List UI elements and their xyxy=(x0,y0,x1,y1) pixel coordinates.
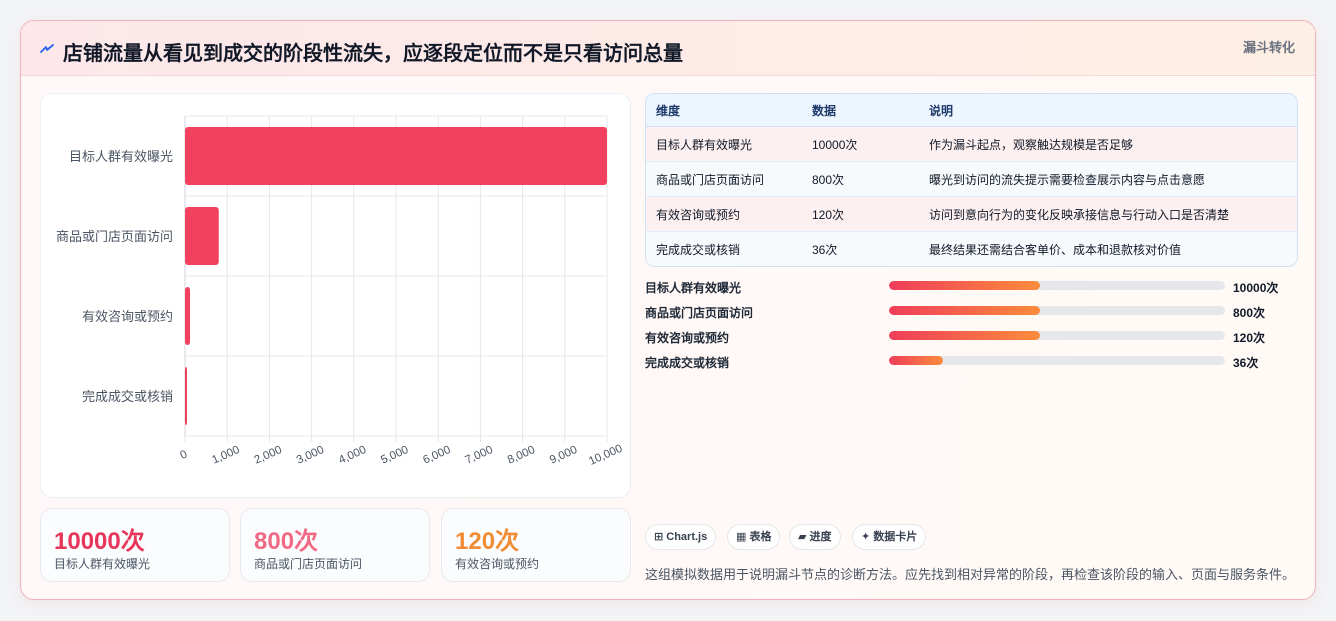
kpi-label: 商品或门店页面访问 xyxy=(254,557,363,571)
kpi-card-inquiries: 120次 有效咨询或预约 xyxy=(441,508,631,582)
kpi-value: 800次 xyxy=(254,528,319,555)
table-header-row: 维度 数据 说明 xyxy=(646,94,1297,127)
progress-fill xyxy=(889,356,943,365)
kpi-label: 目标人群有效曝光 xyxy=(54,557,151,571)
kpi-card-exposure: 10000次 目标人群有效曝光 xyxy=(40,508,230,582)
x-tick-label: 7,000 xyxy=(464,444,495,467)
bar xyxy=(185,287,191,345)
lightning-icon xyxy=(40,44,54,53)
x-tick-label: 8,000 xyxy=(506,444,537,467)
progress-value: 800次 xyxy=(1233,306,1266,320)
column-header: 数据 xyxy=(802,94,919,127)
column-header: 说明 xyxy=(919,94,1297,127)
table-cell: 作为漏斗起点，观察触达规模是否足够 xyxy=(919,126,1297,162)
kpi-label: 有效咨询或预约 xyxy=(455,557,540,571)
table-cell: 商品或门店页面访问 xyxy=(646,161,802,197)
table-cell: 目标人群有效曝光 xyxy=(646,126,802,162)
y-tick-label: 目标人群有效曝光 xyxy=(69,149,173,164)
progress-label: 商品或门店页面访问 xyxy=(645,306,754,320)
progress-fill xyxy=(889,331,1041,340)
progress-row: 有效咨询或预约 120次 xyxy=(645,327,1305,352)
x-tick-label: 5,000 xyxy=(379,444,410,467)
x-tick-label: 2,000 xyxy=(253,444,284,467)
progress-value: 120次 xyxy=(1233,331,1266,345)
progress-track xyxy=(889,331,1225,340)
y-tick-label: 有效咨询或预约 xyxy=(82,309,173,324)
x-tick-label: 0 xyxy=(178,448,189,462)
kpi-value: 120次 xyxy=(455,528,520,555)
x-tick-label: 10,000 xyxy=(587,443,624,468)
card-header: 店铺流量从看见到成交的阶段性流失，应逐段定位而不是只看访问总量 漏斗转化 xyxy=(21,21,1315,76)
x-tick-label: 9,000 xyxy=(548,444,579,467)
category-tag: 漏斗转化 xyxy=(1242,40,1295,55)
bar xyxy=(185,207,219,265)
progress-row: 完成成交或核销 36次 xyxy=(645,352,1305,377)
progress-row: 目标人群有效曝光 10000次 xyxy=(645,277,1305,302)
progress-fill xyxy=(889,306,1041,315)
progress-row: 商品或门店页面访问 800次 xyxy=(645,302,1305,327)
funnel-bar-chart: 目标人群有效曝光商品或门店页面访问有效咨询或预约完成成交或核销 0 1,000 2,0… xyxy=(56,115,624,468)
progress-fill xyxy=(889,281,1041,290)
table-cell: 120次 xyxy=(802,196,919,232)
chip-table[interactable]: ▦ 表格 xyxy=(727,524,781,550)
table-row: 有效咨询或预约 120次 访问到意向行为的变化反映承接信息与行动入口是否清楚 xyxy=(646,196,1297,232)
table-cell: 800次 xyxy=(802,161,919,197)
table-cell: 完成成交或核销 xyxy=(646,231,802,266)
progress-list: 目标人群有效曝光 10000次 商品或门店页面访问 800次 有效咨询或预约 1… xyxy=(645,277,1305,377)
chip-progress[interactable]: ▰ 进度 xyxy=(789,524,841,550)
x-tick-label: 1,000 xyxy=(210,444,241,467)
page-title: 店铺流量从看见到成交的阶段性流失，应逐段定位而不是只看访问总量 xyxy=(63,43,683,65)
chip-chartjs[interactable]: ⊞ Chart.js xyxy=(645,524,717,550)
progress-track xyxy=(889,356,1225,365)
column-header: 维度 xyxy=(646,94,802,127)
progress-label: 目标人群有效曝光 xyxy=(645,281,742,295)
table-cell: 访问到意向行为的变化反映承接信息与行动入口是否清楚 xyxy=(919,196,1297,232)
x-tick-label: 4,000 xyxy=(337,444,368,467)
progress-value: 36次 xyxy=(1233,356,1259,370)
table-row: 目标人群有效曝光 10000次 作为漏斗起点，观察触达规模是否足够 xyxy=(646,126,1297,162)
x-tick-label: 3,000 xyxy=(295,444,326,467)
progress-label: 有效咨询或预约 xyxy=(645,331,730,345)
kpi-card-visits: 800次 商品或门店页面访问 xyxy=(240,508,430,582)
bar-chart-panel: 目标人群有效曝光商品或门店页面访问有效咨询或预约 完成成交或核销 0 1,000 2,0… xyxy=(40,93,631,498)
funnel-card: 店铺流量从看见到成交的阶段性流失，应逐段定位而不是只看访问总量 漏斗转化 目标人… xyxy=(20,20,1316,600)
chip-data-cards[interactable]: ✦ 数据卡片 xyxy=(852,524,927,550)
progress-label: 完成成交或核销 xyxy=(645,356,730,370)
progress-value: 10000次 xyxy=(1233,281,1279,295)
y-tick-label: 商品或门店页面访问 xyxy=(56,229,173,244)
bar xyxy=(185,367,187,425)
table-cell: 36次 xyxy=(802,231,919,266)
table-row: 商品或门店页面访问 800次 曝光到访问的流失提示需要检查展示内容与点击意愿 xyxy=(646,161,1297,197)
table-cell: 最终结果还需结合客单价、成本和退款核对价值 xyxy=(919,231,1297,266)
footnote: 这组模拟数据用于说明漏斗节点的诊断方法。应先找到相对异常的阶段，再检查该阶段的输… xyxy=(645,567,1296,582)
table-cell: 有效咨询或预约 xyxy=(646,196,802,232)
table-row: 完成成交或核销 36次 最终结果还需结合客单价、成本和退款核对价值 xyxy=(646,231,1297,266)
x-tick-label: 6,000 xyxy=(421,444,452,467)
data-table: 维度 数据 说明 目标人群有效曝光 10000次 作为漏斗起点，观察触达规模是否… xyxy=(645,93,1298,267)
y-tick-label: 完成成交或核销 xyxy=(82,389,173,404)
kpi-value: 10000次 xyxy=(54,528,145,555)
bar xyxy=(185,127,607,185)
table-cell: 10000次 xyxy=(802,126,919,162)
table-cell: 曝光到访问的流失提示需要检查展示内容与点击意愿 xyxy=(919,161,1297,197)
progress-track xyxy=(889,306,1225,315)
progress-track xyxy=(889,281,1225,290)
